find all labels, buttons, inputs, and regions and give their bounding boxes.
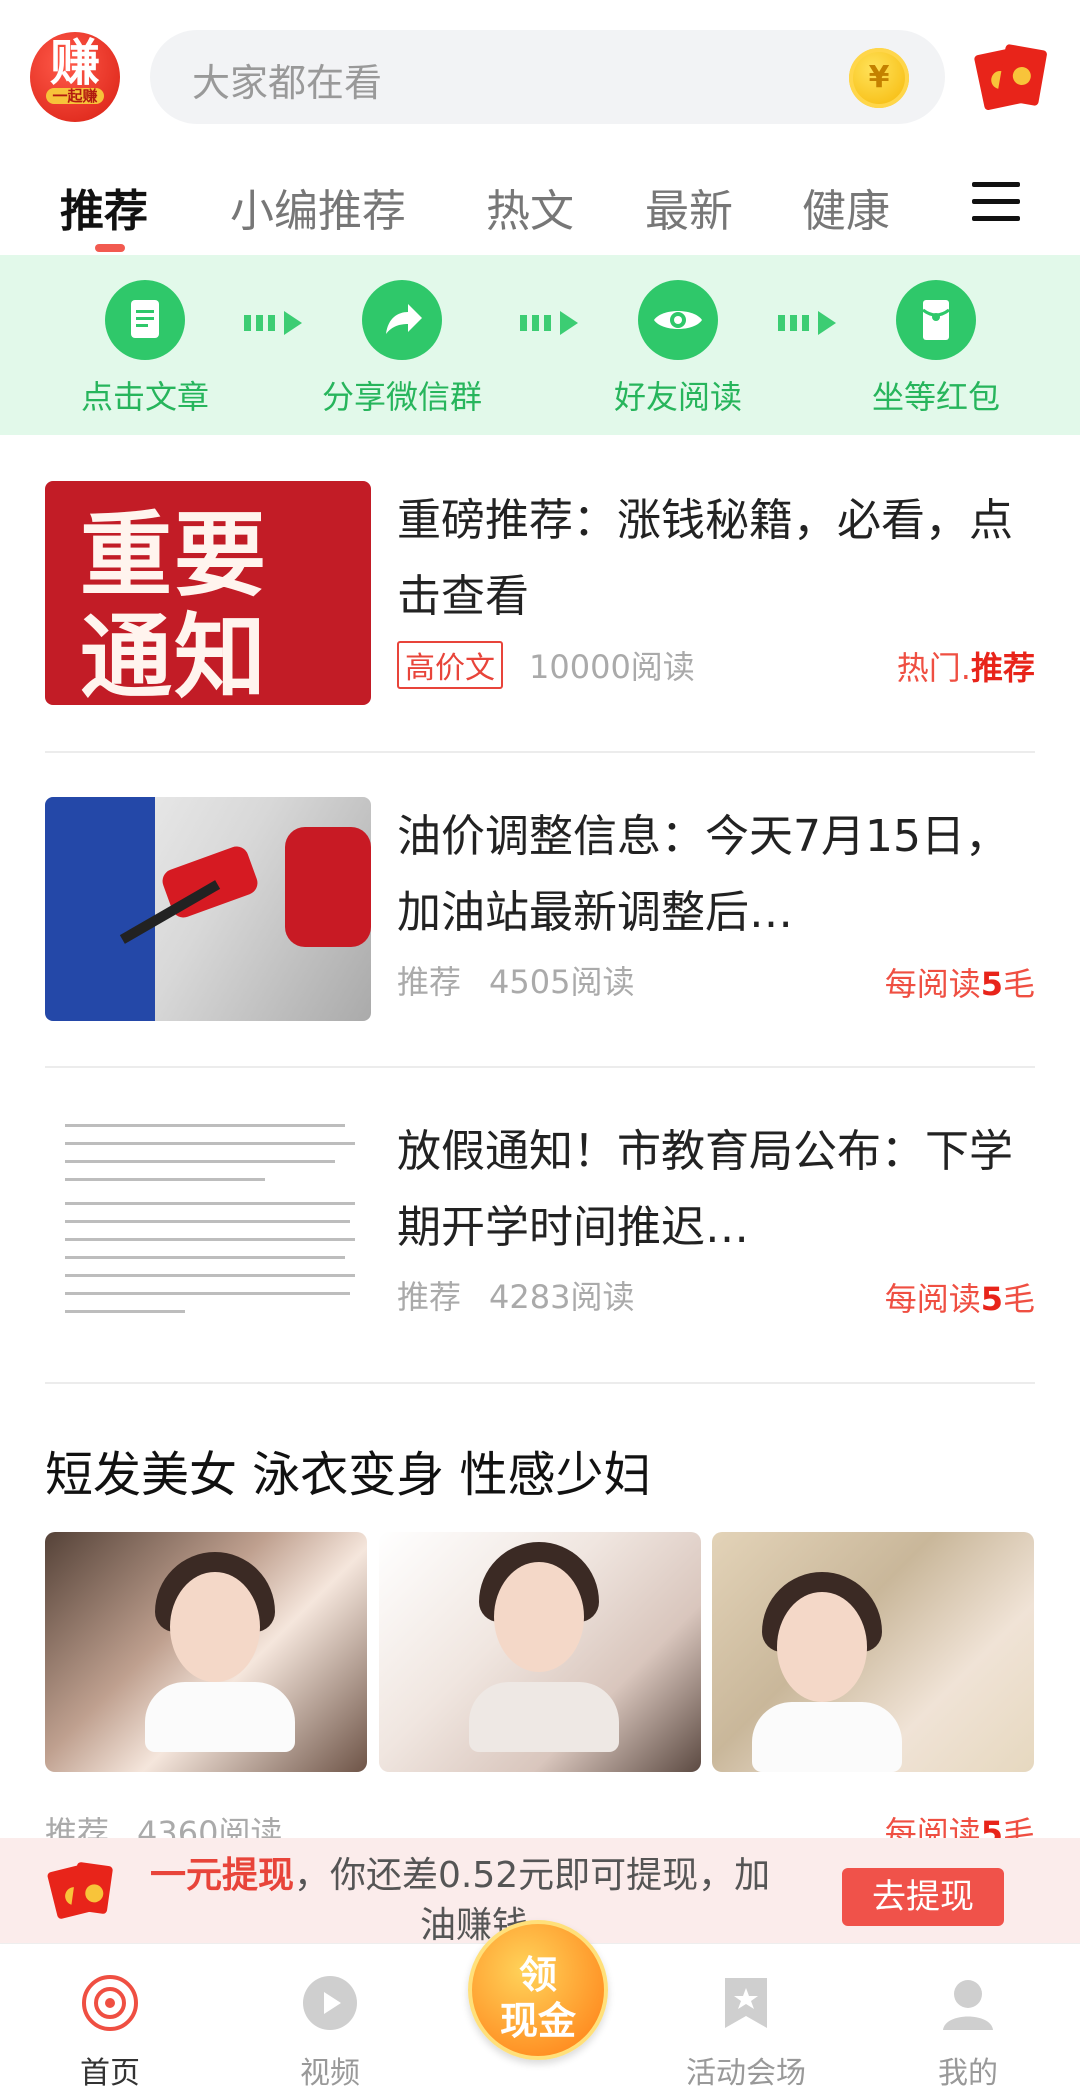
- header: 赚 一起赚 大家都在看 ¥: [0, 0, 1080, 140]
- logo-subtitle: 一起赚: [46, 88, 104, 104]
- share-icon: [362, 280, 442, 360]
- article-meta: 高价文 10000阅读: [397, 641, 695, 689]
- nav-label: 视频: [300, 2056, 360, 2091]
- reward-prefix: 每阅读: [884, 965, 981, 1003]
- reward-value: 5: [980, 1280, 1003, 1318]
- reward-prefix: 热门.: [896, 649, 971, 687]
- claim-cash-button[interactable]: 领 现金: [468, 1920, 608, 2060]
- nav-label: 活动会场: [686, 2056, 806, 2091]
- step-arrow-icon: [520, 311, 580, 335]
- search-bar[interactable]: 大家都在看 ¥: [150, 30, 945, 124]
- red-packet-icon: [896, 280, 976, 360]
- step-label: 好友阅读: [613, 378, 742, 416]
- step-click-article: 点击文章: [45, 280, 245, 418]
- play-icon: [301, 1974, 359, 2032]
- red-packet-icon: [46, 1861, 114, 1920]
- search-placeholder: 大家都在看: [192, 61, 383, 105]
- red-packet-icon[interactable]: [973, 43, 1048, 111]
- article-title: 油价调整信息：今天7月15日，加油站最新调整后…: [397, 811, 1009, 938]
- tab-hot[interactable]: 热文: [486, 175, 574, 239]
- thumb-text: 通知: [80, 604, 269, 705]
- article-reads: 10000阅读: [529, 648, 695, 686]
- step-arrow-icon: [244, 311, 304, 335]
- nav-video[interactable]: 视频: [250, 1974, 410, 2092]
- step-label: 分享微信群: [321, 378, 482, 416]
- divider: [45, 1066, 1035, 1068]
- withdraw-button[interactable]: 去提现: [842, 1868, 1004, 1926]
- article-thumbnail: [45, 1112, 371, 1336]
- star-bookmark-icon: [717, 1974, 775, 2032]
- tab-editor-picks[interactable]: 小编推荐: [230, 175, 406, 239]
- step-wait-redpacket: 坐等红包: [836, 280, 1036, 418]
- reward-prefix: 每阅读: [884, 1280, 981, 1318]
- coin-icon[interactable]: ¥: [849, 48, 909, 108]
- step-label: 点击文章: [80, 378, 209, 416]
- home-target-icon: [81, 1974, 139, 2032]
- article-reads: 4505阅读: [489, 963, 635, 1001]
- gallery-image[interactable]: [712, 1532, 1034, 1772]
- article-tag: 推荐: [397, 1278, 462, 1316]
- app-logo[interactable]: 赚 一起赚: [30, 32, 120, 122]
- gallery-title[interactable]: 短发美女 泳衣变身 性感少妇: [45, 1435, 652, 1505]
- earn-steps-banner[interactable]: 点击文章 分享微信群 好友阅读 坐等红包: [0, 255, 1080, 435]
- article-reads: 4283阅读: [489, 1278, 635, 1316]
- cash-button-line2: 现金: [499, 1999, 576, 2043]
- reward-suffix: 毛: [1002, 965, 1035, 1003]
- step-label: 坐等红包: [871, 378, 1000, 416]
- reward-value: 5: [980, 965, 1003, 1003]
- nav-profile[interactable]: 我的: [888, 1974, 1048, 2092]
- tab-recommend[interactable]: 推荐: [60, 175, 148, 239]
- tab-health[interactable]: 健康: [802, 175, 890, 239]
- article-title: 放假通知！市教育局公布：下学期开学时间推迟…: [397, 1126, 1013, 1253]
- article-item[interactable]: 放假通知！市教育局公布：下学期开学时间推迟… 推荐 4283阅读 每阅读5毛: [45, 1112, 1035, 1352]
- reward-suffix: 毛: [1002, 1280, 1035, 1318]
- nav-activity[interactable]: 活动会场: [666, 1974, 826, 2092]
- user-icon: [939, 1974, 997, 2032]
- eye-icon: [638, 280, 718, 360]
- tab-latest[interactable]: 最新: [645, 175, 733, 239]
- menu-icon[interactable]: [972, 182, 1020, 222]
- category-tabs: 推荐 小编推荐 热文 最新 健康: [0, 160, 1080, 255]
- document-icon: [105, 280, 185, 360]
- logo-char: 赚: [50, 34, 100, 92]
- article-thumbnail: [45, 797, 371, 1021]
- withdraw-text: ，你还差0.52元即可提现，加: [294, 1855, 771, 1896]
- article-meta: 推荐 4283阅读: [397, 1272, 634, 1318]
- active-tab-indicator: [95, 244, 125, 252]
- nav-home[interactable]: 首页: [30, 1974, 190, 2092]
- withdraw-message: 一元提现，你还差0.52元即可提现，加: [150, 1850, 830, 1902]
- withdraw-highlight: 一元提现: [150, 1855, 295, 1896]
- step-share-group: 分享微信群: [302, 280, 502, 418]
- article-meta: 推荐 4505阅读: [397, 957, 634, 1003]
- gallery-image[interactable]: [379, 1532, 701, 1772]
- step-friend-read: 好友阅读: [578, 280, 778, 418]
- divider: [45, 1382, 1035, 1384]
- nav-label: 首页: [80, 2056, 140, 2091]
- article-item[interactable]: 油价调整信息：今天7月15日，加油站最新调整后… 推荐 4505阅读 每阅读5毛: [45, 797, 1035, 1037]
- gallery-image[interactable]: [45, 1532, 367, 1772]
- article-reward: 每阅读5毛: [885, 959, 1035, 1005]
- nav-label: 我的: [938, 2056, 998, 2091]
- article-reward: 每阅读5毛: [885, 1274, 1035, 1320]
- article-thumbnail: 重要 通知: [45, 481, 371, 705]
- reward-value: 推荐: [970, 649, 1035, 687]
- article-title: 重磅推荐：涨钱秘籍，必看，点击查看: [397, 495, 1013, 622]
- article-item[interactable]: 重要 通知 重磅推荐：涨钱秘籍，必看，点击查看 高价文 10000阅读 热门.推荐: [45, 481, 1035, 721]
- step-arrow-icon: [778, 311, 838, 335]
- divider: [45, 751, 1035, 753]
- article-tag: 推荐: [397, 963, 462, 1001]
- article-tag: 高价文: [397, 641, 503, 689]
- article-reward: 热门.推荐: [897, 643, 1035, 689]
